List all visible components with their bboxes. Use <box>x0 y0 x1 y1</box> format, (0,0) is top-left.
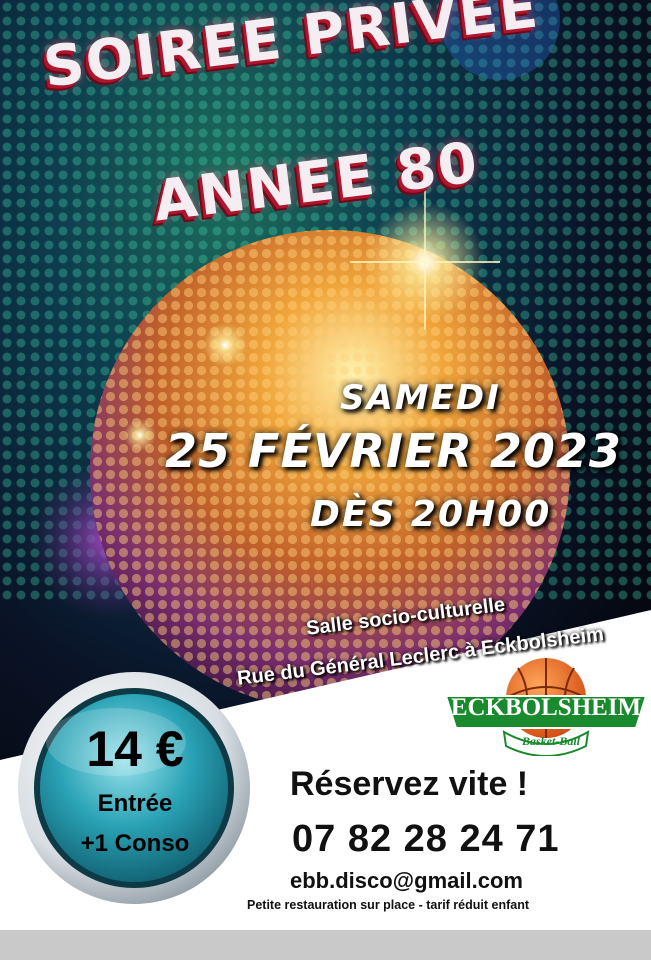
logo-name: ECKBOLSHEIM <box>450 694 642 721</box>
price-value: 14 € <box>86 721 184 777</box>
logo-sub: Basket-Ball <box>521 734 580 748</box>
poster: SOIREE PRIVEE ANNEE 80 SAMEDI 25 FÉVRIER… <box>0 0 651 930</box>
email-address: ebb.disco@gmail.com <box>290 868 523 893</box>
date-day: SAMEDI <box>340 378 501 418</box>
price-conso: +1 Conso <box>80 830 190 857</box>
footer-note: Petite restauration sur place - tarif ré… <box>247 898 530 912</box>
date-time: DÈS 20H00 <box>310 494 552 535</box>
price-entree: Entrée <box>97 790 173 817</box>
phone-number: 07 82 28 24 71 <box>292 818 560 860</box>
price-badge <box>18 672 250 904</box>
reserve-heading: Réservez vite ! <box>290 765 529 803</box>
date-full: 25 FÉVRIER 2023 <box>165 424 622 478</box>
club-logo: ECKBOLSHEIM Basket-Ball <box>444 656 648 757</box>
